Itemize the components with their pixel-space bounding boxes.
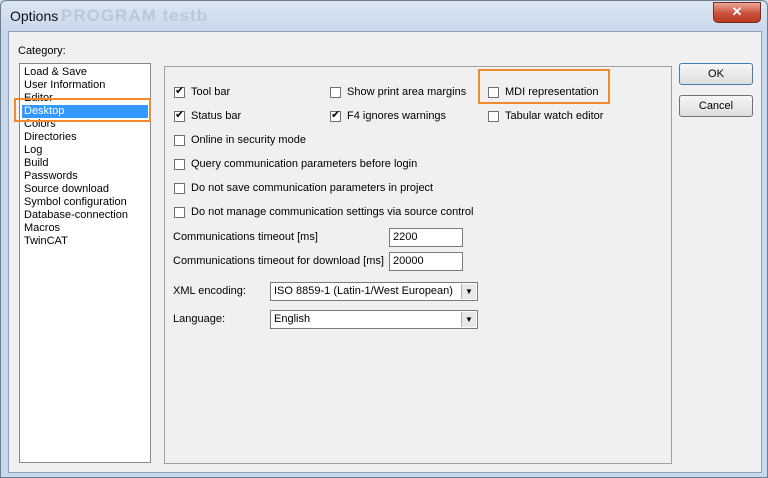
no-save-comm-checkbox[interactable]: ✔ Do not save communication parameters in… [174, 182, 433, 196]
category-item-passwords[interactable]: Passwords [22, 170, 78, 183]
cancel-button[interactable]: Cancel [679, 95, 753, 117]
window-title: Options [10, 8, 59, 24]
ok-button[interactable]: OK [679, 63, 753, 85]
query-comm-label: Query communication parameters before lo… [191, 158, 418, 170]
category-label: Category: [18, 45, 66, 57]
download-timeout-input[interactable]: 20000 [389, 252, 463, 271]
comm-timeout-input[interactable]: 2200 [389, 228, 463, 247]
tabular-watch-label: Tabular watch editor [505, 110, 604, 122]
show-print-margins-checkbox[interactable]: ✔ Show print area margins [330, 86, 466, 100]
language-label: Language: [173, 313, 225, 325]
dropdown-arrow-icon[interactable]: ▼ [461, 284, 476, 299]
checkbox-box: ✔ [488, 87, 499, 98]
tool-bar-checkbox[interactable]: ✔ Tool bar [174, 85, 231, 100]
dropdown-arrow-icon[interactable]: ▼ [461, 312, 476, 327]
checkbox-box: ✔ [330, 109, 341, 122]
checkbox-box: ✔ [174, 135, 185, 146]
f4-ignores-label: F4 ignores warnings [347, 110, 447, 122]
category-item-directories[interactable]: Directories [22, 131, 77, 144]
category-item-load-save[interactable]: Load & Save [22, 66, 87, 79]
download-timeout-label: Communications timeout for download [ms] [173, 255, 384, 267]
status-bar-checkbox[interactable]: ✔ Status bar [174, 109, 242, 124]
category-item-symbol-configuration[interactable]: Symbol configuration [22, 196, 127, 209]
background-window-title: PROGRAM testb [61, 6, 209, 25]
status-bar-label: Status bar [191, 110, 242, 122]
online-security-checkbox[interactable]: ✔ Online in security mode [174, 134, 306, 148]
title-bar[interactable]: Options PROGRAM testb ✕ [1, 1, 767, 31]
checkbox-box: ✔ [174, 159, 185, 170]
category-item-log[interactable]: Log [22, 144, 42, 157]
show-print-margins-label: Show print area margins [347, 86, 467, 98]
close-button[interactable]: ✕ [713, 2, 761, 23]
xml-encoding-label: XML encoding: [173, 285, 246, 297]
category-item-user-information[interactable]: User Information [22, 79, 105, 92]
category-item-twincat[interactable]: TwinCAT [22, 235, 68, 248]
checkbox-box: ✔ [174, 183, 185, 194]
no-save-comm-label: Do not save communication parameters in … [191, 182, 434, 194]
f4-ignores-checkbox[interactable]: ✔ F4 ignores warnings [330, 109, 447, 124]
mdi-label: MDI representation [505, 86, 599, 98]
category-item-colors[interactable]: Colors [22, 118, 56, 131]
checkbox-box: ✔ [174, 85, 185, 98]
close-icon: ✕ [731, 4, 743, 19]
checkbox-box: ✔ [174, 207, 185, 218]
xml-encoding-value: ISO 8859-1 (Latin-1/West European) [274, 285, 453, 297]
language-select[interactable]: English ▼ [270, 310, 478, 329]
no-manage-comm-label: Do not manage communication settings via… [191, 206, 474, 218]
xml-encoding-select[interactable]: ISO 8859-1 (Latin-1/West European) ▼ [270, 282, 478, 301]
mdi-checkbox[interactable]: ✔ MDI representation [488, 86, 599, 100]
desktop-options-panel: ✔ Tool bar ✔ Status bar ✔ Online in securit… [164, 66, 672, 464]
category-item-source-download[interactable]: Source download [22, 183, 109, 196]
options-dialog: Options PROGRAM testb ✕ Category: Load &… [0, 0, 768, 478]
category-item-build[interactable]: Build [22, 157, 48, 170]
comm-timeout-label: Communications timeout [ms] [173, 231, 318, 243]
dialog-client-area: Category: Load & Save User Information Edi… [8, 31, 762, 473]
online-security-label: Online in security mode [191, 134, 306, 146]
language-value: English [274, 313, 311, 325]
tabular-watch-checkbox[interactable]: ✔ Tabular watch editor [488, 110, 603, 124]
tool-bar-label: Tool bar [191, 86, 231, 98]
query-comm-checkbox[interactable]: ✔ Query communication parameters before l… [174, 158, 417, 172]
category-item-editor[interactable]: Editor [22, 92, 53, 105]
category-listbox[interactable]: Load & Save User Information Editor Desktop… [19, 63, 151, 463]
checkbox-box: ✔ [174, 109, 185, 122]
no-manage-comm-checkbox[interactable]: ✔ Do not manage communication settings vi… [174, 206, 473, 220]
checkbox-box: ✔ [488, 111, 499, 122]
category-item-desktop[interactable]: Desktop [22, 105, 148, 118]
category-item-database-connection[interactable]: Database-connection [22, 209, 128, 222]
category-item-macros[interactable]: Macros [22, 222, 60, 235]
checkbox-box: ✔ [330, 87, 341, 98]
